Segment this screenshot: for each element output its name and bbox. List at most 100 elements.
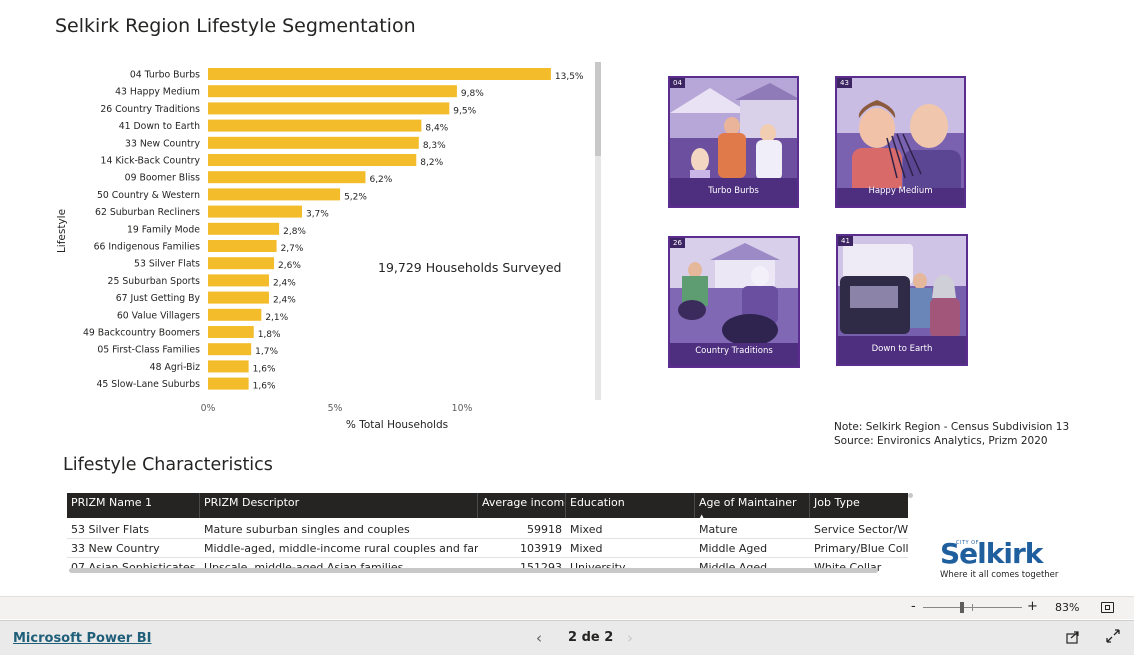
bar[interactable] <box>208 171 366 184</box>
data-label: 1,8% <box>258 330 281 340</box>
tile-happy-medium: 43 Happy Medium <box>835 76 966 208</box>
table-row[interactable]: 33 New Country Middle-aged, middle-incom… <box>67 539 908 558</box>
bar[interactable] <box>208 377 249 390</box>
expand-icon[interactable] <box>1106 629 1120 647</box>
note-line-1: Note: Selkirk Region - Census Subdivisio… <box>834 421 1070 433</box>
category-label: 26 Country Traditions <box>100 104 200 115</box>
data-label: 9,5% <box>453 106 476 116</box>
data-label: 8,3% <box>423 141 446 151</box>
bar[interactable] <box>208 119 422 132</box>
category-label: 25 Suburban Sports <box>108 276 201 287</box>
logo-tagline: Where it all comes together <box>940 570 1059 580</box>
table-horizontal-scrollbar[interactable] <box>69 568 878 573</box>
lifestyle-table: PRIZM Name 1 PRIZM Descriptor Average in… <box>67 493 908 573</box>
data-label: 1,7% <box>255 347 278 357</box>
tile-caption: Happy Medium <box>868 186 933 196</box>
logo-city-of: CITY OF <box>956 540 979 546</box>
chart-scroll-thumb[interactable] <box>595 62 601 156</box>
data-label: 9,8% <box>461 89 484 99</box>
data-label: 2,7% <box>281 244 304 254</box>
category-label: 05 First-Class Families <box>97 345 200 356</box>
bar[interactable] <box>208 326 254 338</box>
cell-education: Mixed <box>570 542 603 555</box>
note-line-2: Source: Environics Analytics, Prizm 2020 <box>834 435 1048 447</box>
data-label: 8,4% <box>425 124 448 134</box>
data-label: 2,6% <box>278 261 301 271</box>
category-label: 53 Silver Flats <box>134 259 200 270</box>
bar[interactable] <box>208 205 302 218</box>
cell-education: Mixed <box>570 523 603 536</box>
category-label: 41 Down to Earth <box>119 121 200 132</box>
category-label: 45 Slow-Lane Suburbs <box>96 379 200 390</box>
bar[interactable] <box>208 154 417 166</box>
share-icon[interactable] <box>1066 630 1080 648</box>
tile-number: 43 <box>837 78 852 88</box>
bar[interactable] <box>208 68 551 80</box>
table-title: Lifestyle Characteristics <box>63 455 273 475</box>
data-label: 1,6% <box>253 382 276 392</box>
column-header-job-type[interactable]: Job Type <box>810 493 908 518</box>
tile-country-traditions: 26 Country Traditions <box>668 236 800 368</box>
zoom-out-button[interactable]: - <box>911 599 916 614</box>
previous-page-button[interactable]: ‹ <box>536 629 542 647</box>
category-label: 09 Boomer Bliss <box>125 173 200 184</box>
data-label: 2,1% <box>265 313 288 323</box>
column-header-prizm-name[interactable]: PRIZM Name 1 <box>67 493 200 518</box>
bar[interactable] <box>208 222 280 235</box>
category-label: 62 Suburban Recliners <box>95 207 200 218</box>
bar[interactable] <box>208 102 450 115</box>
tile-down-to-earth: 41 Down to Earth <box>836 234 968 366</box>
bar[interactable] <box>208 360 249 373</box>
lifestyle-bar-chart: 04 Turbo Burbs 13,5% 43 Happy Medium 9,8% 26… <box>56 68 584 431</box>
data-label: 2,8% <box>283 227 306 237</box>
category-label: 49 Backcountry Boomers <box>83 328 200 339</box>
category-label: 50 Country & Western <box>97 190 200 201</box>
report-canvas: Selkirk Region Lifestyle Segmentation 04… <box>0 0 1134 596</box>
y-axis-title: Lifestyle <box>56 209 68 253</box>
households-surveyed: 19,729 Households Surveyed <box>378 260 562 275</box>
bar[interactable] <box>208 274 269 287</box>
data-label: 1,6% <box>253 364 276 374</box>
sort-ascending-icon: ▲ <box>699 513 705 518</box>
source-note: Note: Selkirk Region - Census Subdivisio… <box>834 420 1069 448</box>
bar[interactable] <box>208 85 457 98</box>
column-header-average-income[interactable]: Average income <box>478 493 566 518</box>
zoom-slider-default-tick <box>972 604 973 611</box>
tile-number: 41 <box>838 236 853 246</box>
x-tick-label: 10% <box>452 403 473 414</box>
zoom-in-button[interactable]: + <box>1027 599 1038 614</box>
cell-descriptor: Middle-aged, middle-income rural couples… <box>204 542 478 555</box>
bar[interactable] <box>208 257 275 270</box>
fit-to-page-icon[interactable] <box>1101 602 1114 613</box>
tile-caption: Down to Earth <box>871 344 933 354</box>
next-page-button[interactable]: › <box>627 629 633 647</box>
zoom-slider-handle[interactable] <box>960 602 964 613</box>
tile-number: 04 <box>670 78 685 88</box>
report-title: Selkirk Region Lifestyle Segmentation <box>55 15 416 37</box>
x-tick-label: 5% <box>328 403 343 414</box>
chart-scrollbar[interactable] <box>595 62 601 400</box>
bar[interactable] <box>208 291 269 304</box>
cell-prizm-name: 33 New Country <box>71 542 160 555</box>
bar[interactable] <box>208 188 341 201</box>
bar[interactable] <box>208 240 277 252</box>
powerbi-footer: Microsoft Power BI ‹ 2 de 2 › <box>0 620 1134 655</box>
bar[interactable] <box>208 343 252 356</box>
table-row[interactable]: 53 Silver Flats Mature suburban singles … <box>67 520 908 539</box>
powerbi-link[interactable]: Microsoft Power BI <box>13 631 151 646</box>
bar[interactable] <box>208 308 262 321</box>
column-header-age-of-maintainer[interactable]: Age of Maintainer ▲ <box>695 493 810 518</box>
tile-caption: Turbo Burbs <box>708 186 759 196</box>
page-indicator: 2 de 2 <box>568 630 614 645</box>
cell-prizm-name: 53 Silver Flats <box>71 523 150 536</box>
category-label: 66 Indigenous Families <box>94 242 201 253</box>
data-label: 13,5% <box>555 72 584 82</box>
bar[interactable] <box>208 136 419 149</box>
cell-age-of-maintainer: Mature <box>699 523 738 536</box>
column-header-education[interactable]: Education <box>566 493 695 518</box>
category-label: 19 Family Mode <box>127 224 200 235</box>
data-label: 2,4% <box>273 278 296 288</box>
category-label: 33 New Country <box>125 138 200 149</box>
column-header-descriptor[interactable]: PRIZM Descriptor <box>200 493 478 518</box>
category-label: 48 Agri-Biz <box>150 362 200 373</box>
